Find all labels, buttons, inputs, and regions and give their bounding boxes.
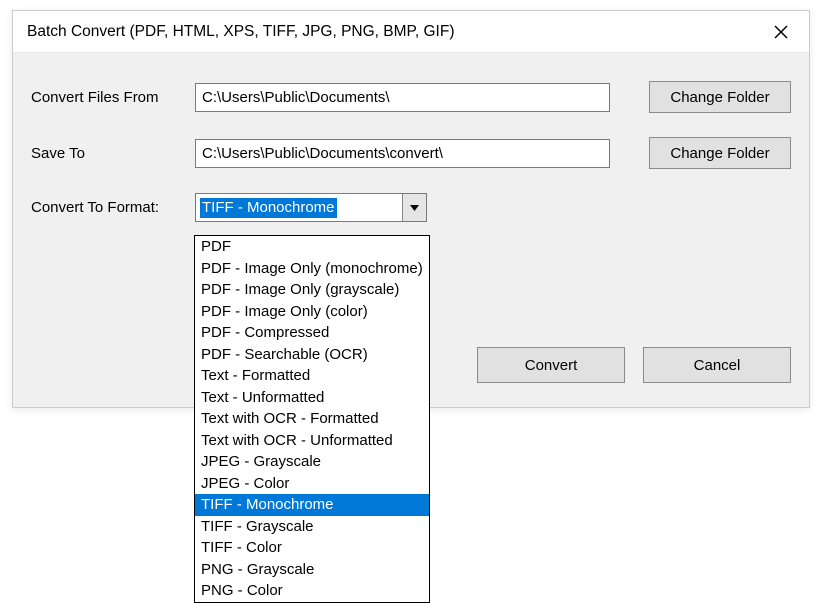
format-option[interactable]: TIFF - Color (195, 537, 429, 559)
format-option[interactable]: JPEG - Color (195, 473, 429, 495)
change-folder-from-button[interactable]: Change Folder (649, 81, 791, 113)
footer-buttons: Convert Cancel (477, 347, 791, 383)
save-to-label: Save To (31, 145, 195, 162)
format-selected-wrap: TIFF - Monochrome (196, 194, 402, 221)
chevron-down-icon (410, 205, 419, 211)
row-convert-from: Convert Files From Change Folder (31, 81, 791, 113)
format-dropdown-list[interactable]: PDFPDF - Image Only (monochrome)PDF - Im… (194, 235, 430, 603)
format-combobox[interactable]: TIFF - Monochrome (195, 193, 427, 222)
format-option[interactable]: TIFF - Grayscale (195, 516, 429, 538)
format-option[interactable]: PDF (195, 236, 429, 258)
close-icon (774, 25, 788, 39)
format-option[interactable]: PDF - Searchable (OCR) (195, 344, 429, 366)
format-option[interactable]: Text with OCR - Unformatted (195, 430, 429, 452)
convert-button[interactable]: Convert (477, 347, 625, 383)
format-option[interactable]: Text - Formatted (195, 365, 429, 387)
close-button[interactable] (767, 18, 795, 46)
format-selected-text: TIFF - Monochrome (200, 198, 337, 218)
format-option[interactable]: Text - Unformatted (195, 387, 429, 409)
format-label: Convert To Format: (31, 199, 195, 216)
convert-from-label: Convert Files From (31, 89, 195, 106)
format-option[interactable]: TIFF - Monochrome (195, 494, 429, 516)
save-to-input[interactable] (195, 139, 610, 168)
titlebar: Batch Convert (PDF, HTML, XPS, TIFF, JPG… (13, 11, 809, 53)
combo-arrow-button[interactable] (402, 194, 426, 221)
format-option[interactable]: PDF - Image Only (monochrome) (195, 258, 429, 280)
format-option[interactable]: PNG - Color (195, 580, 429, 602)
format-option[interactable]: PDF - Image Only (color) (195, 301, 429, 323)
format-option[interactable]: Text with OCR - Formatted (195, 408, 429, 430)
format-option[interactable]: JPEG - Grayscale (195, 451, 429, 473)
change-folder-to-button[interactable]: Change Folder (649, 137, 791, 169)
cancel-button[interactable]: Cancel (643, 347, 791, 383)
row-format: Convert To Format: TIFF - Monochrome (31, 193, 791, 222)
format-option[interactable]: PNG - Grayscale (195, 559, 429, 581)
format-option[interactable]: PDF - Image Only (grayscale) (195, 279, 429, 301)
row-save-to: Save To Change Folder (31, 137, 791, 169)
convert-from-input[interactable] (195, 83, 610, 112)
dialog-title: Batch Convert (PDF, HTML, XPS, TIFF, JPG… (27, 23, 455, 41)
format-option[interactable]: PDF - Compressed (195, 322, 429, 344)
format-combo-container: TIFF - Monochrome (195, 193, 427, 222)
